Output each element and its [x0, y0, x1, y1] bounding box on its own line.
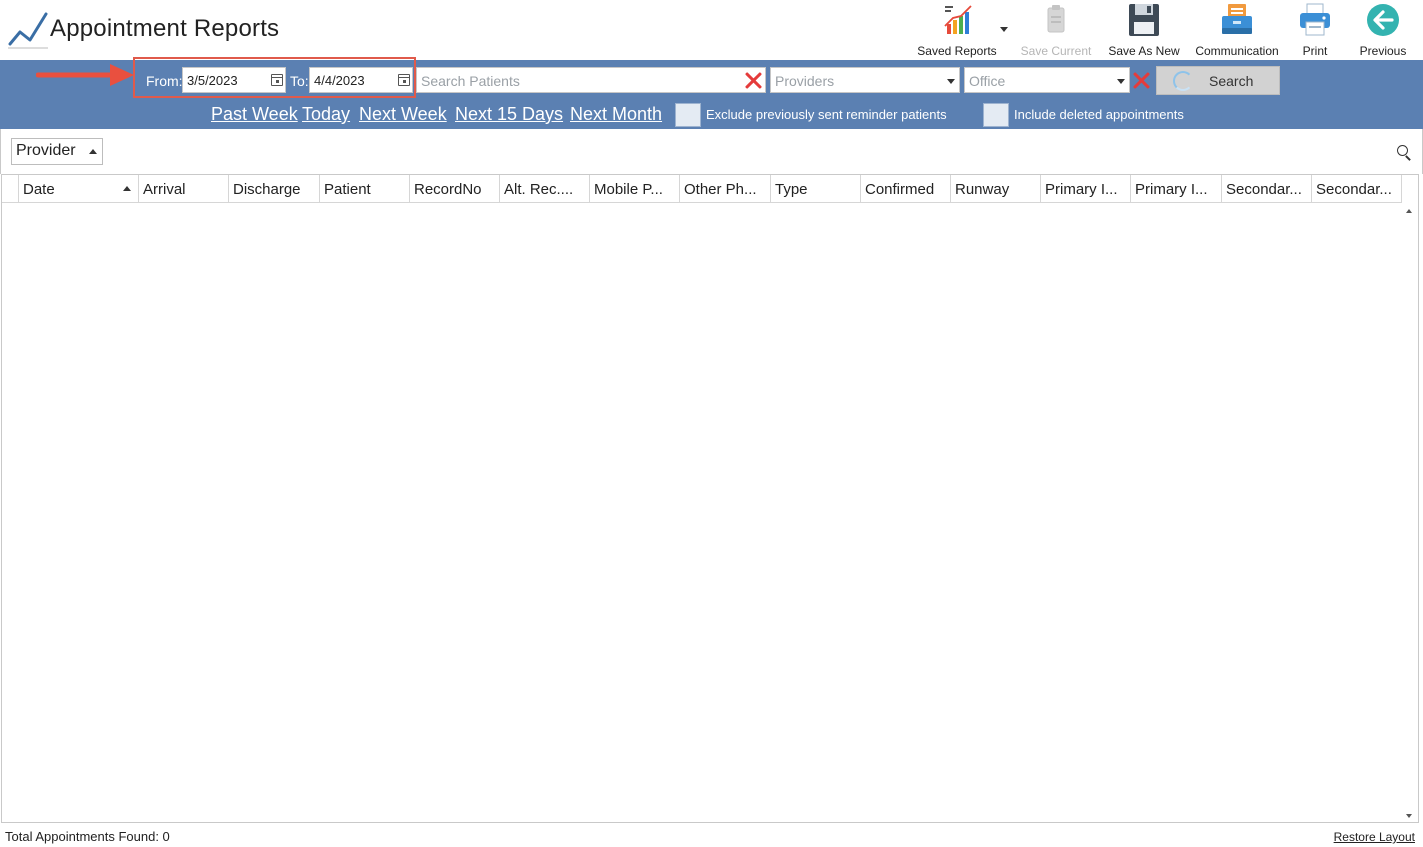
column-header[interactable]: Secondar... — [1221, 175, 1311, 202]
next-month-link[interactable]: Next Month — [570, 104, 662, 125]
pointer-arrow-icon — [36, 64, 134, 86]
scroll-down-icon[interactable] — [1406, 814, 1412, 818]
clear-search-icon[interactable] — [744, 71, 762, 89]
next-15-days-link[interactable]: Next 15 Days — [455, 104, 563, 125]
column-header[interactable]: Arrival — [138, 175, 228, 202]
clear-filters-icon[interactable] — [1132, 71, 1150, 89]
include-deleted-label: Include deleted appointments — [1014, 107, 1184, 122]
calendar-icon[interactable] — [398, 74, 410, 86]
column-header[interactable]: RecordNo — [409, 175, 499, 202]
sort-ascending-icon — [123, 186, 131, 191]
bar-chart-icon — [944, 5, 972, 34]
providers-select[interactable]: Providers — [770, 67, 960, 93]
to-date-field[interactable]: 4/4/2023 — [309, 67, 413, 93]
saved-reports-button[interactable]: Saved Reports — [916, 2, 998, 58]
previous-button[interactable]: Previous — [1356, 2, 1410, 58]
chevron-down-icon — [947, 79, 955, 84]
column-header[interactable]: Secondar... — [1311, 175, 1402, 202]
save-as-new-button[interactable]: Save As New — [1108, 2, 1180, 58]
search-icon[interactable] — [1397, 145, 1408, 156]
column-header[interactable]: Alt. Rec.... — [499, 175, 589, 202]
save-current-button[interactable]: Save Current — [1020, 2, 1092, 58]
column-header[interactable]: Type — [770, 175, 860, 202]
search-patients-input[interactable]: Search Patients — [416, 67, 766, 93]
group-provider-chip[interactable]: Provider — [11, 138, 103, 165]
column-header[interactable]: Mobile P... — [589, 175, 679, 202]
past-week-link[interactable]: Past Week — [211, 104, 298, 125]
today-link[interactable]: Today — [302, 104, 350, 125]
to-label: To: — [290, 73, 309, 89]
communication-icon — [1222, 4, 1252, 34]
total-appointments-count: Total Appointments Found: 0 — [5, 829, 170, 844]
column-header-row: Date Arrival Discharge Patient RecordNo … — [2, 175, 1402, 203]
communication-button[interactable]: Communication — [1192, 2, 1282, 58]
from-label: From: — [146, 73, 183, 89]
include-deleted-checkbox[interactable] — [983, 103, 1009, 127]
calendar-icon[interactable] — [271, 74, 283, 86]
appointments-grid: Date Arrival Discharge Patient RecordNo … — [1, 174, 1419, 823]
clipboard-icon — [1047, 5, 1065, 33]
column-header[interactable]: Runway — [950, 175, 1040, 202]
column-header[interactable]: Other Ph... — [679, 175, 770, 202]
column-header[interactable]: Date — [18, 175, 138, 202]
chevron-down-icon — [1117, 79, 1125, 84]
exclude-reminder-checkbox[interactable] — [675, 103, 701, 127]
restore-layout-link[interactable]: Restore Layout — [1334, 830, 1415, 844]
group-by-panel: Provider — [0, 129, 1423, 174]
search-button[interactable]: Search — [1156, 66, 1280, 95]
line-chart-icon — [8, 12, 48, 49]
floppy-disk-icon — [1129, 4, 1159, 36]
refresh-icon — [1173, 71, 1193, 91]
back-arrow-icon — [1367, 4, 1399, 36]
column-header[interactable]: Primary I... — [1040, 175, 1130, 202]
column-header[interactable]: Primary I... — [1130, 175, 1221, 202]
page-title: Appointment Reports — [50, 15, 280, 42]
printer-icon — [1300, 3, 1330, 36]
from-date-field[interactable]: 3/5/2023 — [182, 67, 286, 93]
next-week-link[interactable]: Next Week — [359, 104, 447, 125]
chevron-down-icon[interactable] — [1000, 27, 1008, 32]
vertical-scrollbar[interactable] — [1401, 203, 1418, 822]
sort-ascending-icon — [89, 149, 97, 154]
header: Appointment Reports Saved Reports Save C… — [0, 0, 1423, 60]
scroll-up-icon[interactable] — [1406, 209, 1412, 213]
exclude-reminder-label: Exclude previously sent reminder patient… — [706, 107, 947, 122]
office-select[interactable]: Office — [964, 67, 1130, 93]
column-header[interactable]: Discharge — [228, 175, 319, 202]
print-button[interactable]: Print — [1292, 2, 1338, 58]
column-header[interactable]: Patient — [319, 175, 409, 202]
column-header[interactable]: Confirmed — [860, 175, 950, 202]
